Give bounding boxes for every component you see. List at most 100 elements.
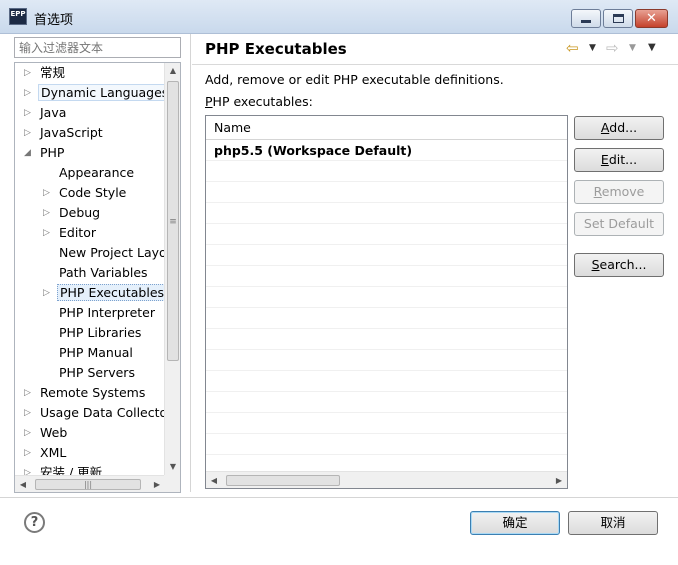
close-button[interactable]: ✕	[635, 9, 668, 28]
add-button[interactable]: Add...	[574, 116, 664, 140]
collapsed-arrow-icon[interactable]: ▷	[24, 463, 34, 475]
cancel-button[interactable]: 取消	[568, 511, 658, 535]
tree-item[interactable]: ▷ XML	[24, 443, 68, 463]
tree-item[interactable]: PHP Libraries	[57, 323, 143, 343]
table-row[interactable]	[206, 308, 567, 329]
set-default-button[interactable]: Set Default	[574, 212, 664, 236]
collapsed-arrow-icon[interactable]: ▷	[43, 203, 53, 223]
mnemonic-letter: R	[593, 184, 602, 199]
table-row[interactable]	[206, 287, 567, 308]
scroll-up-icon[interactable]: ▲	[165, 63, 180, 79]
table-row[interactable]	[206, 392, 567, 413]
minimize-button[interactable]	[571, 9, 601, 28]
page-title: PHP Executables	[205, 40, 347, 58]
table-row[interactable]	[206, 413, 567, 434]
tree-item[interactable]: PHP Servers	[57, 363, 137, 383]
scroll-thumb[interactable]: ≡	[167, 81, 179, 361]
tree-item-label: Code Style	[59, 185, 127, 200]
forward-dropdown-icon[interactable]: ▼	[629, 40, 636, 56]
collapsed-arrow-icon[interactable]: ▷	[24, 123, 34, 143]
button-label: dit...	[608, 152, 638, 167]
tree-item-label: Remote Systems	[40, 385, 146, 400]
tree-item[interactable]: ◢ PHP	[24, 143, 66, 163]
table-row[interactable]: php5.5 (Workspace Default)	[206, 140, 567, 161]
table-row[interactable]	[206, 434, 567, 455]
table-row[interactable]	[206, 329, 567, 350]
tree-item[interactable]: ▷ Remote Systems	[24, 383, 147, 403]
scroll-thumb[interactable]: |||	[35, 479, 141, 490]
collapsed-arrow-icon[interactable]: ▷	[43, 283, 53, 303]
tree-item[interactable]: ▷ Dynamic Languages	[24, 83, 165, 103]
table-row[interactable]	[206, 224, 567, 245]
collapsed-arrow-icon[interactable]: ▷	[24, 403, 34, 423]
tree-item-label: PHP Executables	[57, 284, 165, 301]
table-row[interactable]	[206, 266, 567, 287]
footer-separator	[0, 497, 678, 498]
view-menu-icon[interactable]: ▼	[648, 40, 656, 56]
panel-divider[interactable]	[190, 34, 191, 492]
maximize-button[interactable]	[603, 9, 633, 28]
expanded-arrow-icon[interactable]: ◢	[24, 143, 34, 163]
table-row[interactable]	[206, 371, 567, 392]
tree-item[interactable]: ▷ JavaScript	[24, 123, 105, 143]
title-separator	[192, 64, 678, 65]
tree-horizontal-scrollbar[interactable]: ◀ ||| ▶	[15, 475, 165, 492]
tree-item[interactable]: ▷ Java	[24, 103, 68, 123]
column-header-name[interactable]: Name	[214, 120, 251, 135]
tree-item[interactable]: ▷ Debug	[43, 203, 102, 223]
collapsed-arrow-icon[interactable]: ▷	[24, 423, 34, 443]
tree-item-label: XML	[40, 445, 67, 460]
maximize-icon	[612, 14, 624, 23]
tree-item-label: Java	[40, 105, 67, 120]
ok-button[interactable]: 确定	[470, 511, 560, 535]
collapsed-arrow-icon[interactable]: ▷	[24, 83, 34, 103]
table-row[interactable]	[206, 245, 567, 266]
tree-item[interactable]: ▷ PHP Executables	[43, 283, 165, 303]
remove-button[interactable]: Remove	[574, 180, 664, 204]
back-dropdown-icon[interactable]: ▼	[589, 40, 596, 56]
table-row[interactable]	[206, 161, 567, 182]
tree-item[interactable]: ▷ 安装 / 更新	[24, 463, 104, 475]
tree-item[interactable]: PHP Manual	[57, 343, 135, 363]
tree-item-label: Dynamic Languages	[38, 84, 165, 101]
back-arrow-icon[interactable]: ⇦	[566, 40, 579, 56]
edit-button[interactable]: Edit...	[574, 148, 664, 172]
tree-item[interactable]: ▷ Web	[24, 423, 69, 443]
tree-item-label: PHP Libraries	[59, 325, 142, 340]
table-horizontal-scrollbar[interactable]: ◀ ▶	[206, 471, 567, 488]
tree-item[interactable]: ▷ Editor	[43, 223, 98, 243]
tree-vertical-scrollbar[interactable]: ▲ ≡ ▼	[164, 63, 180, 475]
collapsed-arrow-icon[interactable]: ▷	[24, 383, 34, 403]
table-header: Name	[206, 116, 567, 140]
scroll-right-icon[interactable]: ▶	[149, 476, 165, 492]
mnemonic-letter: A	[600, 120, 610, 135]
scroll-left-icon[interactable]: ◀	[15, 476, 31, 492]
table-row[interactable]	[206, 350, 567, 371]
help-icon[interactable]: ?	[24, 512, 45, 533]
tree-item[interactable]: ▷ Usage Data Collector	[24, 403, 165, 423]
search-button[interactable]: Search...	[574, 253, 664, 277]
filter-input[interactable]	[14, 37, 181, 58]
table-row[interactable]	[206, 203, 567, 224]
collapsed-arrow-icon[interactable]: ▷	[43, 223, 53, 243]
tree-item[interactable]: Path Variables	[57, 263, 150, 283]
collapsed-arrow-icon[interactable]: ▷	[24, 443, 34, 463]
scroll-left-icon[interactable]: ◀	[206, 472, 222, 488]
tree-item[interactable]: ▷ Code Style	[43, 183, 128, 203]
scroll-down-icon[interactable]: ▼	[165, 459, 180, 475]
tree-item[interactable]: PHP Interpreter	[57, 303, 157, 323]
minimize-icon	[581, 20, 591, 23]
collapsed-arrow-icon[interactable]: ▷	[24, 103, 34, 123]
scroll-right-icon[interactable]: ▶	[551, 472, 567, 488]
tree-item[interactable]: Appearance	[57, 163, 136, 183]
tree-item[interactable]: New Project Layout	[57, 243, 165, 263]
table-row[interactable]	[206, 182, 567, 203]
scroll-thumb[interactable]	[226, 475, 340, 486]
tree-item[interactable]: ▷ 常规	[24, 63, 67, 83]
tree-item-label: PHP Servers	[59, 365, 135, 380]
tree-item-label: Editor	[59, 225, 96, 240]
collapsed-arrow-icon[interactable]: ▷	[24, 63, 34, 83]
collapsed-arrow-icon[interactable]: ▷	[43, 183, 53, 203]
forward-arrow-icon[interactable]: ⇨	[606, 40, 619, 56]
tree-item-label: PHP Manual	[59, 345, 133, 360]
